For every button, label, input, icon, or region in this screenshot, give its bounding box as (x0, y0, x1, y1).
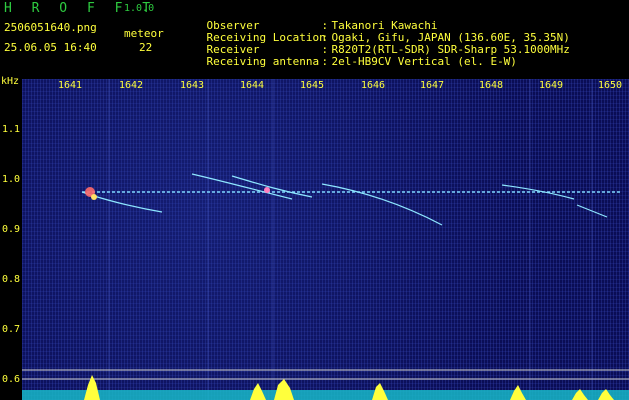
meteor-traces (81, 173, 608, 226)
spectrogram-overlay (22, 79, 629, 400)
time-tick: 1641 (58, 80, 83, 91)
header-panel: H R O F F T 1.0.0 2506051640.png 25.06.0… (0, 0, 629, 72)
time-tick: 1647 (420, 80, 445, 91)
app-version: 1.0.0 (124, 3, 155, 14)
info-row-antenna: Receiving antenna:2el-HB9CV Vertical (el… (206, 55, 517, 68)
info-key: Receiving antenna (206, 55, 320, 68)
time-tick: 1645 (300, 80, 325, 91)
meteor-label: meteor (124, 27, 164, 40)
time-tick: 1646 (361, 80, 386, 91)
freq-tick: 1.0 (2, 174, 21, 185)
freq-tick: 0.8 (2, 274, 21, 285)
freq-tick: 0.7 (2, 324, 21, 335)
unit-label: kHz (1, 76, 20, 87)
spectrogram-plot (22, 79, 629, 400)
time-tick: 1642 (119, 80, 144, 91)
time-tick: 1644 (240, 80, 265, 91)
time-tick: 1649 (539, 80, 564, 91)
freq-tick: 0.9 (2, 224, 21, 235)
time-tick: 1643 (180, 80, 205, 91)
freq-tick: 0.6 (2, 374, 21, 385)
time-tick: 1648 (479, 80, 504, 91)
info-value: 2el-HB9CV Vertical (el. E-W) (331, 55, 517, 68)
time-tick: 1650 (598, 80, 623, 91)
meteor-count: 22 (139, 41, 153, 54)
filename-label: 2506051640.png (4, 21, 97, 34)
freq-tick: 1.1 (2, 124, 21, 135)
datetime-label: 25.06.05 16:40 (4, 41, 97, 54)
